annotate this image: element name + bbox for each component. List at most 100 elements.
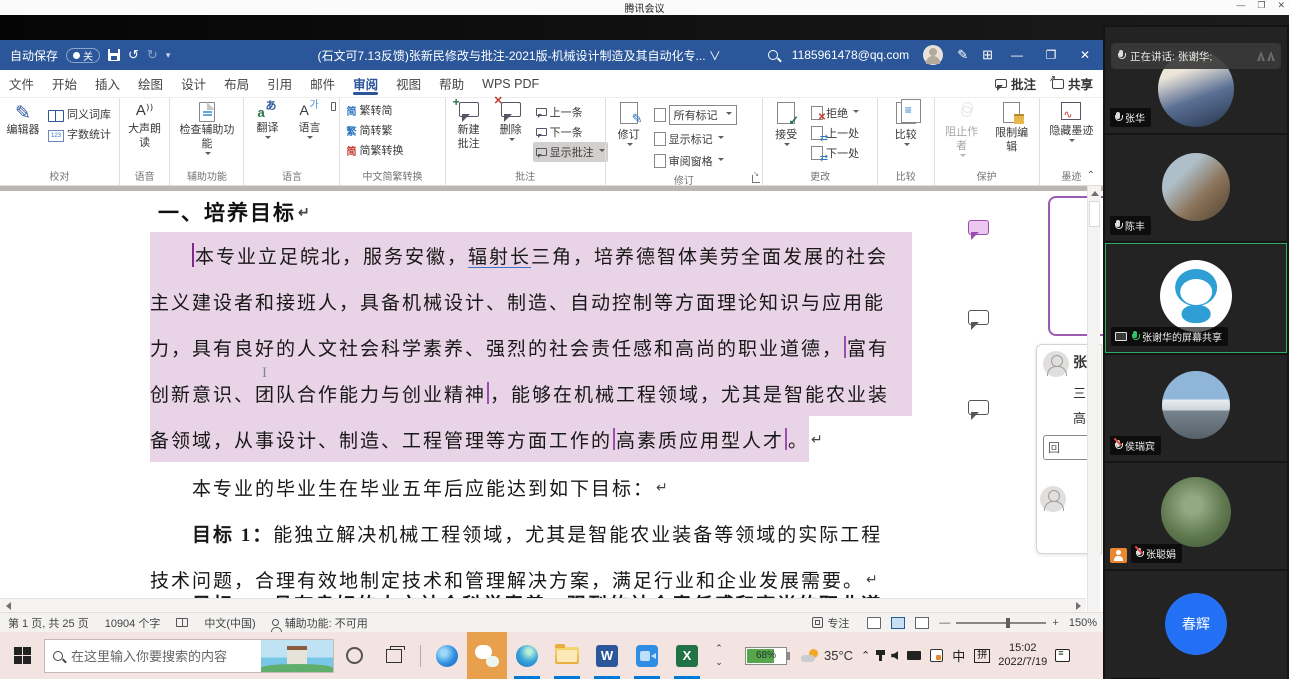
participant-tile[interactable]: 张聪娟 [1105,463,1287,569]
previous-comment-button[interactable]: 上一条 [533,102,608,122]
zoom-level[interactable]: 150% [1069,617,1097,629]
excel-app-button[interactable]: X [667,632,707,679]
hide-ink-button[interactable]: 隐藏墨迹 [1046,100,1096,147]
read-mode-icon[interactable] [867,616,882,629]
tab-mailings[interactable]: 邮件 [301,70,344,97]
show-markup-button[interactable]: 显示标记 [651,129,740,149]
zoom-slider[interactable]: — + [939,617,1058,629]
window-minimize-icon[interactable]: — [1007,48,1027,62]
comment-bubble-icon[interactable] [968,400,989,420]
pin-icon[interactable] [876,650,886,661]
horizontal-scrollbar[interactable] [0,598,1086,612]
redo-icon[interactable]: ↻ [147,47,158,63]
display-icon[interactable] [907,651,922,660]
notification-center-icon[interactable] [1055,648,1071,662]
vertical-scrollbar[interactable] [1087,186,1101,612]
account-avatar[interactable] [923,45,944,65]
scroll-up-icon[interactable]: ⌃ [715,643,723,654]
file-explorer-button[interactable] [547,632,587,679]
search-doodle-image[interactable] [261,639,333,672]
search-icon[interactable] [767,50,778,60]
minimize-icon[interactable]: — [1236,0,1245,11]
wechat-button[interactable] [467,632,507,679]
tab-design[interactable]: 设计 [172,70,215,97]
ribbon-options-icon[interactable]: ⊞ [982,47,993,63]
keyboard-icon[interactable] [331,102,337,111]
weather-widget[interactable]: 35°C [801,648,853,663]
accessibility-status[interactable]: 辅助功能: 不可用 [264,615,376,632]
document-area[interactable]: 一、培养目标 ↵ 本专业立足皖北，服务安徽， 辐射长 三角，培养德智体美劳全面发展的… [0,186,1103,612]
clock[interactable]: 15:02 2022/7/19 [998,642,1047,670]
edge-button[interactable] [427,632,467,679]
scroll-left-icon[interactable] [0,599,14,613]
simp-to-trad-button[interactable]: 繁 简转繁 [343,120,406,140]
trad-to-simp-button[interactable]: 简 繁转简 [343,100,406,120]
comment-bubble-icon[interactable] [968,310,989,330]
vertical-scroll-thumb[interactable] [1089,201,1100,227]
edge-dev-button[interactable] [507,632,547,679]
participant-tile[interactable]: 侯瑞宾 [1105,355,1287,461]
tab-help[interactable]: 帮助 [430,70,473,97]
save-icon[interactable] [108,49,121,61]
undo-icon[interactable]: ↺ [128,47,139,63]
focus-button[interactable]: 专注 [804,615,857,631]
next-comment-button[interactable]: 下一条 [533,122,608,142]
quick-access-caret-icon[interactable]: ▾ [166,50,171,61]
language-button[interactable]: 语言 [289,100,329,144]
tencent-meeting-button[interactable] [627,632,667,679]
hidden-icons-chevron[interactable]: ⌃ [861,649,870,662]
all-markup-dropdown[interactable]: 所有标记 [651,103,740,127]
volume-icon[interactable] [891,651,899,660]
zoom-out-icon[interactable]: — [939,617,950,629]
battery-widget[interactable]: 68% [745,646,790,665]
reject-button[interactable]: 拒绝 [808,103,862,123]
word-count-button[interactable]: 123 字数统计 [45,124,114,144]
compare-button[interactable]: 比较 [886,99,926,151]
task-view-button[interactable] [374,632,414,679]
tab-review[interactable]: 审阅 [344,70,387,97]
word-app-button[interactable]: W [587,632,627,679]
screen-share-tile[interactable]: 张谢华的屏幕共享 [1105,243,1287,353]
delete-comment-button[interactable]: 删除 [491,95,531,146]
new-comment-button[interactable]: 新建批注 [449,95,489,154]
window-restore-icon[interactable]: ❐ [1041,48,1061,62]
ime-chinese[interactable]: 中 [952,646,965,665]
scroll-up-icon[interactable] [1088,186,1101,199]
zoom-in-icon[interactable]: + [1052,617,1058,629]
proofing-status[interactable] [168,618,196,627]
web-layout-icon[interactable] [915,616,930,629]
zoom-thumb[interactable] [1005,617,1010,628]
share-button[interactable]: 共享 [1049,74,1093,93]
close-icon[interactable]: ✕ [1277,0,1285,11]
reviewing-pane-button[interactable]: 审阅窗格 [651,151,740,171]
pen-mode-icon[interactable]: ✎ [957,47,968,63]
window-close-icon[interactable]: ✕ [1075,48,1095,62]
translate-button[interactable]: 翻译 [247,100,287,144]
word-count-indicator[interactable]: 10904 个字 [97,615,169,631]
autosave-toggle[interactable]: 关 [66,47,101,63]
show-comments-button[interactable]: 显示批注 [532,142,608,162]
language-indicator[interactable]: 中文(中国) [196,615,263,631]
tab-home[interactable]: 开始 [43,70,86,97]
tab-draw[interactable]: 绘图 [129,70,172,97]
tab-view[interactable]: 视图 [387,70,430,97]
print-layout-icon[interactable] [891,616,906,629]
comment-bubble-icon-active[interactable] [968,220,989,240]
accept-button[interactable]: 接受 [766,100,806,151]
taskbar-search[interactable]: 在这里输入你要搜索的内容 [44,638,334,673]
ime-pinyin-icon[interactable]: 拼 [974,648,991,663]
account-email[interactable]: 1185961478@qq.com [792,48,909,62]
page-indicator[interactable]: 第 1 页, 共 25 页 [0,615,97,631]
ime-user-icon[interactable] [930,649,944,662]
check-accessibility-button[interactable]: 检查辅助功能 [175,100,239,160]
scroll-down-icon[interactable]: ⌄ [715,657,723,668]
previous-change-button[interactable]: 上一处 [808,123,862,144]
convert-button[interactable]: 简 简繁转换 [343,140,406,160]
document-title[interactable]: (石文可7.13反馈)张新民修改与批注-2021版-机械设计制造及其自动化专..… [318,47,721,64]
restrict-editing-button[interactable]: 限制编辑 [988,100,1036,157]
next-change-button[interactable]: 下一处 [808,143,862,164]
track-changes-button[interactable]: 修订 [609,100,649,151]
scroll-right-icon[interactable] [1072,599,1086,613]
tab-insert[interactable]: 插入 [86,70,129,97]
ribbon-collapse-icon[interactable]: ⌃ [1087,170,1095,181]
